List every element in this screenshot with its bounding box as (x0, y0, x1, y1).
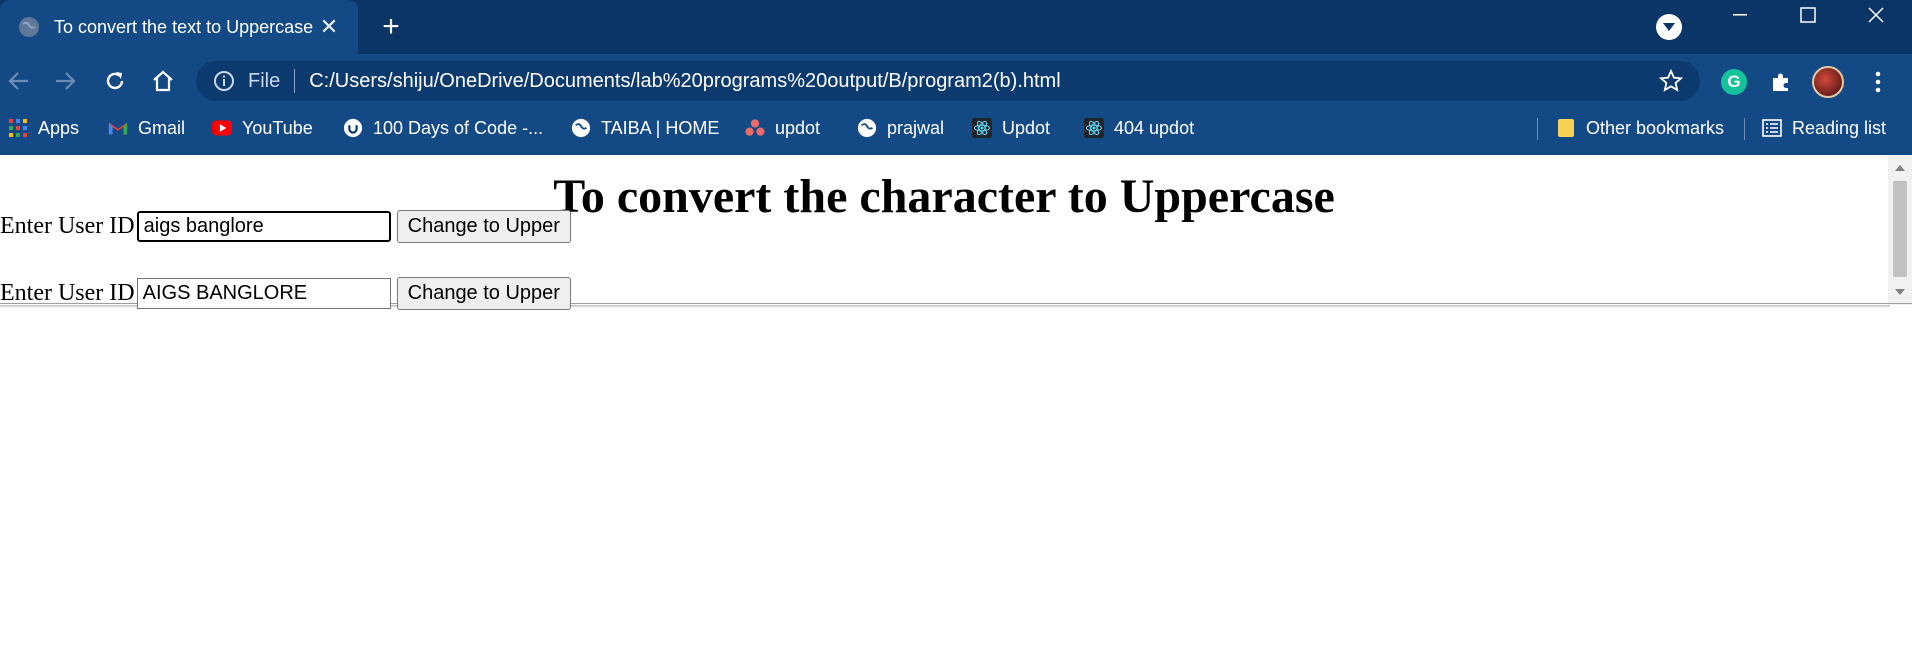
reload-icon (106, 72, 124, 90)
react-icon (1084, 118, 1104, 138)
maximize-icon (1800, 7, 1816, 23)
url-scheme: File (248, 69, 281, 92)
bookmark-prajwal[interactable]: prajwal (857, 108, 944, 148)
menu-button[interactable] (1862, 66, 1894, 98)
bookmarks-bar: Apps Gmail YouTube 100 Days of Code -...… (0, 108, 1912, 155)
scroll-up-arrow-icon[interactable] (1895, 165, 1905, 171)
more-vertical-icon (1875, 71, 1881, 93)
avatar (1812, 66, 1844, 98)
bookmark-taiba[interactable]: TAIBA | HOME (571, 108, 719, 148)
puzzle-icon (1773, 73, 1788, 91)
reading-list-label: Reading list (1792, 117, 1887, 138)
maximize-button[interactable] (1778, 0, 1838, 30)
divider (294, 69, 296, 93)
bookmark-label: 404 updot (1114, 117, 1195, 138)
tab-active[interactable]: To convert the text to Uppercase ✕ (0, 0, 358, 54)
gmail-icon (108, 118, 128, 138)
new-tab-button[interactable]: + (374, 10, 408, 44)
globe-icon (19, 17, 39, 37)
profile-button[interactable] (1812, 66, 1844, 98)
grammarly-extension-button[interactable]: G (1718, 66, 1750, 98)
apps-grid-icon (8, 118, 28, 138)
bookmark-label: 100 Days of Code -... (373, 117, 544, 138)
home-button[interactable] (146, 64, 180, 98)
udemy-icon (343, 118, 363, 138)
form-row-result: Enter User ID Change to Upper (0, 277, 571, 310)
minimize-icon (1733, 14, 1747, 16)
bookmark-youtube[interactable]: YouTube (212, 108, 313, 148)
scrollbar-thumb[interactable] (1893, 181, 1907, 277)
change-to-upper-button[interactable]: Change to Upper (396, 210, 571, 243)
bookmark-apps[interactable]: Apps (8, 108, 79, 148)
youtube-icon (212, 118, 232, 138)
divider (1744, 118, 1745, 140)
bookmark-100-days[interactable]: 100 Days of Code -... (343, 108, 543, 148)
form-row-input: Enter User ID Change to Upper (0, 210, 571, 243)
close-window-button[interactable] (1846, 0, 1906, 30)
reading-list-icon (1762, 118, 1782, 138)
scrollbar[interactable] (1888, 155, 1912, 305)
user-id-result-input[interactable] (136, 278, 391, 309)
react-icon (972, 118, 992, 138)
grammarly-icon: G (1721, 69, 1747, 95)
browser-chrome: To convert the text to Uppercase ✕ + Fil… (0, 0, 1912, 155)
close-icon (1868, 7, 1884, 23)
extensions-button[interactable] (1765, 66, 1797, 98)
bookmark-label: TAIBA | HOME (601, 117, 720, 138)
scroll-down-arrow-icon[interactable] (1895, 289, 1905, 295)
url-text[interactable]: C:/Users/shiju/OneDrive/Documents/lab%20… (309, 70, 1656, 93)
tab-search-button[interactable] (1656, 14, 1682, 40)
bookmark-label: prajwal (887, 117, 945, 138)
bookmark-label: Gmail (138, 117, 186, 138)
forward-button[interactable] (48, 64, 82, 98)
bookmark-gmail[interactable]: Gmail (108, 108, 185, 148)
close-tab-icon[interactable]: ✕ (314, 12, 344, 42)
user-id-label: Enter User ID (0, 280, 135, 306)
other-bookmarks-label: Other bookmarks (1586, 117, 1725, 138)
divider (1537, 118, 1538, 140)
user-id-label: Enter User ID (0, 213, 135, 239)
toolbar: File C:/Users/shiju/OneDrive/Documents/l… (0, 54, 1912, 108)
bookmark-label: updot (775, 117, 821, 138)
back-button[interactable] (2, 64, 36, 98)
user-id-input[interactable] (136, 211, 391, 242)
bookmark-label: YouTube (242, 117, 313, 138)
change-to-upper-button[interactable]: Change to Upper (396, 277, 571, 310)
globe-icon (857, 118, 877, 138)
tab-title: To convert the text to Uppercase (54, 16, 314, 37)
page-content: To convert the character to Uppercase En… (0, 155, 1912, 661)
reading-list[interactable]: Reading list (1762, 108, 1886, 148)
bookmark-404-updot[interactable]: 404 updot (1084, 108, 1194, 148)
star-icon (1659, 69, 1683, 92)
home-icon (153, 70, 173, 92)
tab-strip: To convert the text to Uppercase ✕ + (0, 0, 1912, 54)
arrow-right-icon (56, 72, 76, 90)
asana-icon (745, 118, 765, 138)
bookmark-star-button[interactable] (1656, 66, 1686, 96)
folder-icon (1556, 118, 1576, 138)
minimize-button[interactable] (1710, 0, 1770, 30)
bookmark-updot-react[interactable]: Updot (972, 108, 1050, 148)
bookmark-label: Apps (38, 117, 80, 138)
arrow-left-icon (8, 72, 28, 90)
other-bookmarks[interactable]: Other bookmarks (1556, 108, 1724, 148)
reload-button[interactable] (98, 64, 132, 98)
address-bar[interactable]: File C:/Users/shiju/OneDrive/Documents/l… (196, 61, 1700, 101)
bookmark-updot[interactable]: updot (745, 108, 820, 148)
bookmark-label: Updot (1002, 117, 1051, 138)
info-icon[interactable] (212, 69, 236, 93)
chevron-down-icon (1663, 23, 1675, 31)
globe-icon (571, 118, 591, 138)
